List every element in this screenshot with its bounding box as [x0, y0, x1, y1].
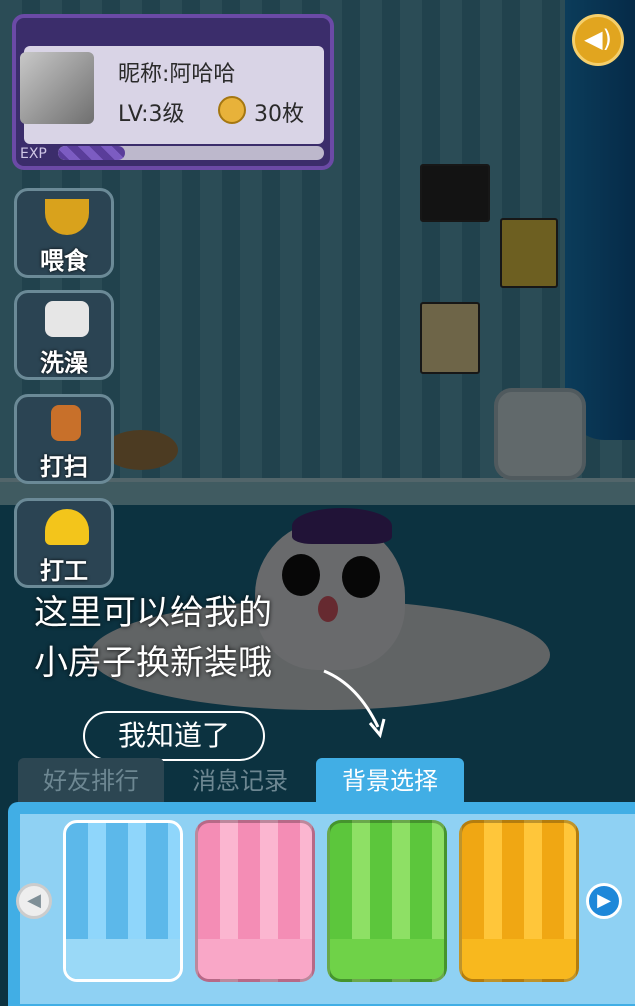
background-option-orange[interactable] [459, 820, 579, 982]
tab-background-select[interactable]: 背景选择 [316, 758, 464, 804]
coin-icon [218, 96, 246, 124]
left-arrow-icon[interactable]: ◀ [16, 883, 52, 919]
hardhat-icon [45, 509, 89, 545]
tab-messages[interactable]: 消息记录 [166, 758, 314, 804]
nickname: 昵称:阿哈哈 [118, 62, 236, 87]
option-base [462, 939, 576, 979]
bath-label: 洗澡 [40, 349, 88, 377]
tab-friend-ranking[interactable]: 好友排行 [18, 758, 164, 804]
coin-count: 30枚 [254, 102, 304, 127]
background-option-green[interactable] [327, 820, 447, 982]
exp-bar [58, 146, 324, 160]
background-option-blue[interactable] [63, 820, 183, 982]
exp-fill [58, 146, 125, 160]
option-base [198, 939, 312, 979]
exp-label: EXP [20, 146, 47, 162]
feed-label: 喂食 [40, 247, 88, 275]
background-option-pink[interactable] [195, 820, 315, 982]
right-arrow-icon[interactable]: ▶ [586, 883, 622, 919]
pointer-arrow-icon [323, 669, 386, 739]
clean-button[interactable]: 打扫 [14, 394, 114, 484]
bowl-icon [45, 199, 89, 235]
work-label: 打工 [40, 557, 88, 585]
sound-icon[interactable]: ◀) [572, 14, 624, 66]
got-it-button[interactable]: 我知道了 [83, 711, 265, 761]
option-base [66, 939, 180, 979]
level: LV:3级 [118, 102, 185, 127]
avatar[interactable] [20, 52, 94, 124]
soap-icon [45, 301, 89, 337]
option-base [330, 939, 444, 979]
clean-label: 打扫 [40, 453, 88, 481]
bath-button[interactable]: 洗澡 [14, 290, 114, 380]
feed-button[interactable]: 喂食 [14, 188, 114, 278]
work-button[interactable]: 打工 [14, 498, 114, 588]
broom-icon [51, 405, 81, 441]
tutorial-line-2: 小房子换新装哦 [34, 643, 272, 683]
tutorial-text: 这里可以给我的 小房子换新装哦 [34, 588, 272, 688]
tutorial-line-1: 这里可以给我的 [34, 593, 272, 633]
